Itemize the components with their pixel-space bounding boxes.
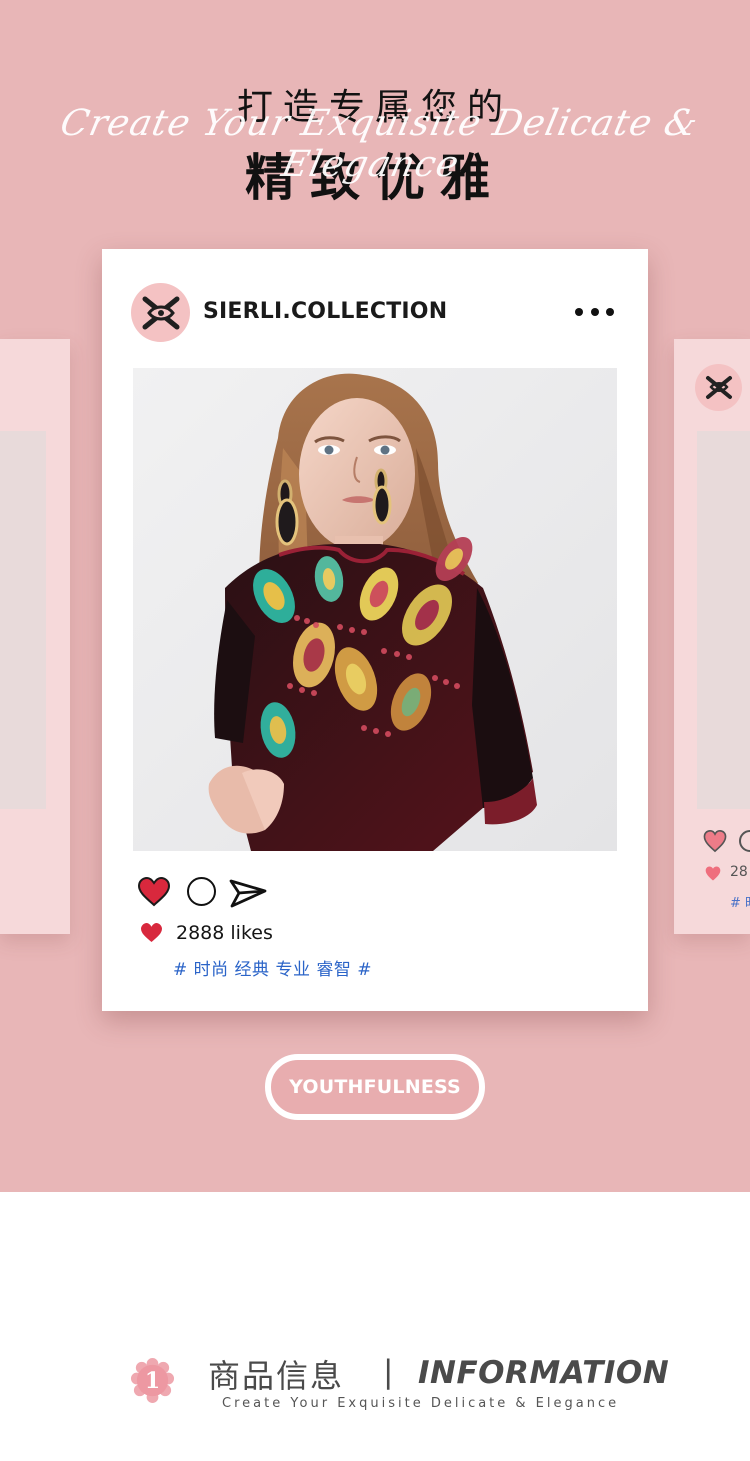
comment-circle-icon[interactable]: [187, 877, 216, 906]
paper-plane-icon[interactable]: [229, 878, 267, 909]
account-name[interactable]: SIERLI.COLLECTION: [203, 299, 447, 324]
likes-count: 2888 likes: [176, 922, 273, 944]
youthfulness-label: YOUTHFULNESS: [289, 1076, 461, 1098]
like-heart-icon[interactable]: [137, 876, 171, 907]
right-preview-photo: [697, 431, 750, 809]
right-preview-likes: 28: [730, 864, 748, 880]
left-preview-photo: [0, 431, 46, 809]
right-preview-heart-icon: [703, 830, 727, 853]
likes-heart-icon: [141, 922, 162, 943]
model-photo-illustration: [133, 368, 617, 851]
main-post-card: XX SIERLI.COLLECTION: [102, 249, 648, 1011]
more-options-button[interactable]: [575, 304, 614, 320]
right-preview-hashtag: # 时: [730, 896, 750, 911]
post-photo: [133, 368, 617, 851]
profile-avatar[interactable]: XX: [131, 283, 190, 342]
right-preview-avatar: [695, 364, 742, 411]
section-number: 1: [144, 1367, 161, 1394]
right-preview-card: 28 # 时: [674, 339, 750, 934]
hashtag-line[interactable]: # 时尚 经典 专业 睿智 #: [173, 955, 372, 980]
section-title-english: INFORMATION: [418, 1355, 670, 1391]
dot-icon: [606, 308, 614, 316]
dot-icon: [575, 308, 583, 316]
section-title-chinese: 商品信息: [208, 1357, 345, 1395]
dot-icon: [590, 308, 599, 316]
right-preview-small-heart-icon: [705, 866, 721, 881]
section-divider: |: [383, 1354, 394, 1390]
right-preview-comment-icon: [739, 830, 750, 852]
section-subtitle: Create Your Exquisite Delicate & Eleganc…: [222, 1396, 620, 1411]
logo-icon: XX: [142, 296, 179, 329]
hero-section: 打造专属您的 Create Your Exquisite Delicate & …: [0, 0, 750, 1192]
headline-script: Create Your Exquisite Delicate & Eleganc…: [56, 103, 702, 185]
youthfulness-button[interactable]: YOUTHFULNESS: [265, 1054, 485, 1120]
left-preview-card: [0, 339, 70, 934]
logo-icon: [705, 376, 732, 399]
